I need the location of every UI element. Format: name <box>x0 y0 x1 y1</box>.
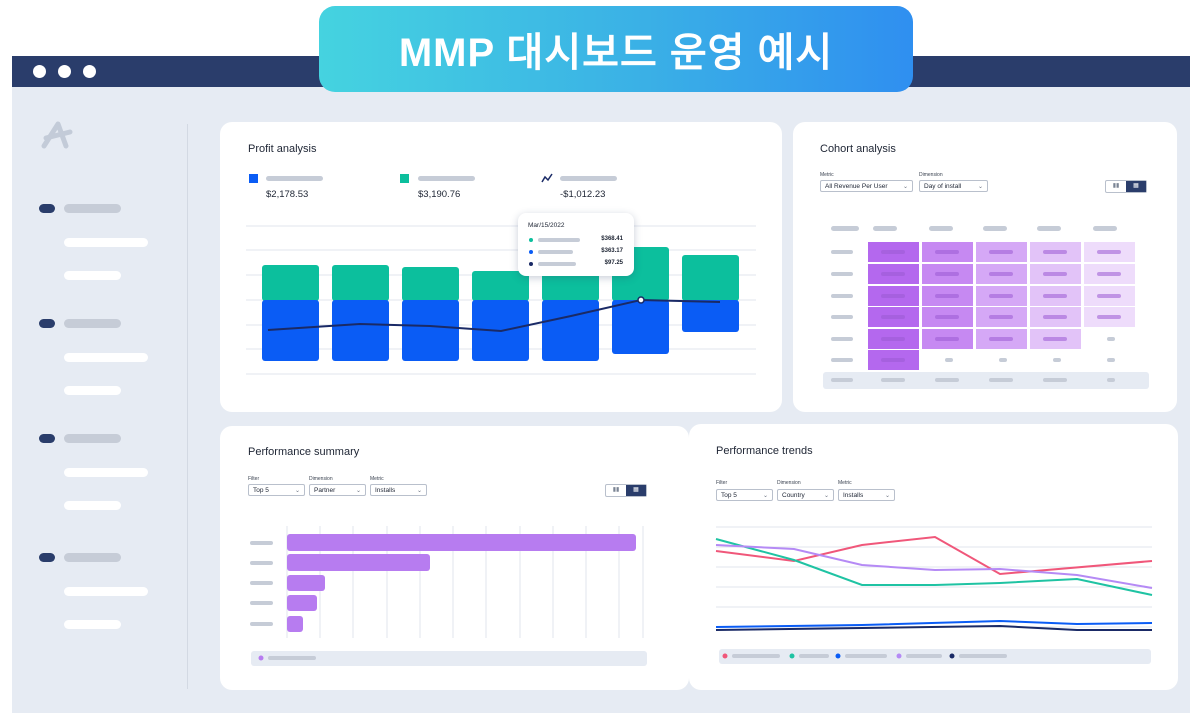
sidebar-divider <box>187 124 188 689</box>
green-dot-icon <box>529 238 533 242</box>
blue-dot-icon <box>529 250 533 254</box>
dashboard-window: Profit analysis $2,178.53 $3,190.76 -$1,… <box>12 56 1190 713</box>
nav-item[interactable] <box>64 553 121 562</box>
blue-bar <box>682 300 739 332</box>
summary-bar-chart <box>250 526 647 666</box>
blue-bar <box>402 300 459 361</box>
window-dot-icon[interactable] <box>33 65 46 78</box>
heatmap-cells <box>868 242 1135 370</box>
performance-trends-card: Performance trends Filter Top 5 ⌄ Dimensi… <box>689 424 1178 690</box>
tooltip-value: $368.41 <box>601 236 623 242</box>
nav-subitem[interactable] <box>64 501 121 510</box>
performance-summary-card: Performance summary Filter Top 5 ⌄ Dimens… <box>220 426 689 690</box>
cohort-analysis-card: Cohort analysis Metric All Revenue Per U… <box>793 122 1177 412</box>
summary-bars <box>287 534 636 632</box>
nav-subitem[interactable] <box>64 386 121 395</box>
nav-subitem[interactable] <box>64 620 121 629</box>
tooltip-value: $363.17 <box>601 248 623 254</box>
profit-bar-chart <box>246 225 756 375</box>
nav-subitem[interactable] <box>64 271 121 280</box>
blue-bar <box>542 300 599 361</box>
appsflyer-logo-icon <box>41 121 73 149</box>
blue-bar <box>332 300 389 361</box>
profit-bars <box>262 247 739 361</box>
nav-item[interactable] <box>64 204 121 213</box>
nav-subitem[interactable] <box>64 587 148 596</box>
tooltip-date: Mar/15/2022 <box>528 222 565 229</box>
window-dot-icon[interactable] <box>83 65 96 78</box>
nav-subitem[interactable] <box>64 238 148 247</box>
nav-bullet-icon[interactable] <box>39 553 55 562</box>
green-bar <box>472 271 529 301</box>
nav-bullet-icon[interactable] <box>39 434 55 443</box>
navy-dot-icon <box>529 262 533 266</box>
profit-analysis-card: Profit analysis $2,178.53 $3,190.76 -$1,… <box>220 122 782 412</box>
nav-subitem[interactable] <box>64 468 148 477</box>
chart-tooltip: Mar/15/2022 $368.41 $363.17 $97.25 <box>518 213 634 276</box>
trend-point <box>637 296 645 304</box>
nav-item[interactable] <box>64 319 121 328</box>
green-bar <box>262 265 319 301</box>
pink-series-line <box>715 535 1153 576</box>
cohort-heatmap <box>823 226 1149 389</box>
green-bar <box>682 255 739 301</box>
page-banner-title: MMP 대시보드 운영 예시 <box>319 6 913 92</box>
tooltip-value: $97.25 <box>604 260 623 266</box>
green-bar <box>332 265 389 301</box>
window-dot-icon[interactable] <box>58 65 71 78</box>
blue-bar <box>612 300 669 354</box>
nav-bullet-icon[interactable] <box>39 204 55 213</box>
nav-subitem[interactable] <box>64 353 148 362</box>
nav-item[interactable] <box>64 434 121 443</box>
heatmap-footer <box>823 372 1149 389</box>
trends-line-chart <box>715 526 1153 664</box>
nav-bullet-icon[interactable] <box>39 319 55 328</box>
green-bar <box>402 267 459 301</box>
